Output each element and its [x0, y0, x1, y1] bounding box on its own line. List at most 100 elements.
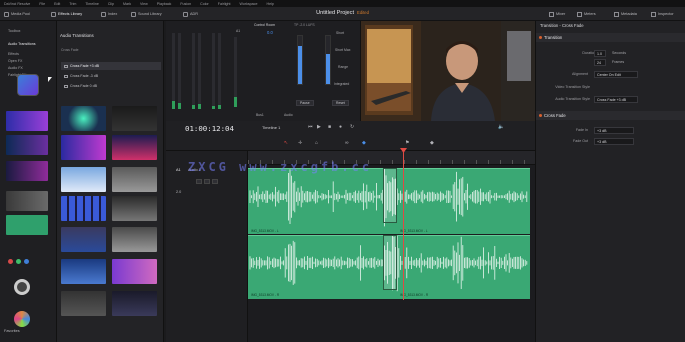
menu-fusion[interactable]: Fusion: [180, 2, 191, 6]
section-crossfade[interactable]: Cross Fade: [536, 111, 685, 120]
fx-cross-fade-minus3[interactable]: Cross Fade -3 dB: [61, 72, 161, 80]
meter-fill: [218, 105, 221, 109]
menu-trim[interactable]: Trim: [69, 2, 76, 6]
section-transition-label: Transition: [544, 35, 563, 40]
grid-thumb-1[interactable]: [61, 106, 106, 131]
ruler-tick: [392, 160, 393, 164]
range-label: Range: [338, 65, 348, 69]
meter-6: [218, 33, 221, 109]
blade-tool-icon[interactable]: ⌂: [315, 140, 318, 146]
menu-file[interactable]: File: [39, 2, 45, 6]
clip2-label: IMG_5313.MOV - R: [251, 293, 280, 297]
duration-label: Duration: [582, 51, 596, 55]
section-enable-icon[interactable]: [539, 36, 542, 39]
tree-audio-fx[interactable]: Audio FX: [8, 66, 23, 70]
transition-icon: [64, 84, 68, 88]
duration-frames-field[interactable]: 24: [594, 59, 606, 66]
menu-clip[interactable]: Clip: [108, 2, 114, 6]
trim-tool-icon[interactable]: ✛: [298, 140, 302, 146]
ruler-tick: [428, 160, 429, 164]
clip2-right-label: IMG_5313.MOV - R: [400, 293, 429, 297]
grid-thumb-2[interactable]: [112, 106, 157, 131]
grid-thumb-9[interactable]: [61, 227, 106, 252]
grid-thumb-6[interactable]: [112, 167, 157, 192]
section-enable-icon[interactable]: [539, 114, 542, 117]
record-icon[interactable]: ●: [339, 124, 342, 130]
timeline-tracks[interactable]: IMG_5313.MOV - L IMG_5313.MOV - L IMG_53…: [248, 165, 535, 342]
meter-5: [212, 33, 215, 109]
playhead[interactable]: [403, 150, 404, 300]
transition-marker-2[interactable]: [383, 235, 397, 290]
fade-in-select[interactable]: +3 dB: [594, 127, 634, 134]
menu-playback[interactable]: Playback: [157, 2, 172, 6]
audio-style-select[interactable]: Cross Fade +3 dB: [594, 96, 638, 103]
grid-thumb-11[interactable]: [61, 259, 106, 284]
solo-button[interactable]: [204, 179, 210, 184]
menu-edit[interactable]: Edit: [54, 2, 60, 6]
thumb-2[interactable]: [6, 135, 48, 155]
grid-thumb-3[interactable]: [61, 135, 106, 160]
record-arm-button[interactable]: [196, 179, 202, 184]
loop-icon[interactable]: ↻: [350, 124, 354, 130]
play-icon[interactable]: ▶: [317, 124, 321, 130]
marker-icon[interactable]: ◆: [430, 140, 434, 146]
link-icon[interactable]: ∞: [345, 140, 349, 146]
tree-audio-transitions[interactable]: Audio Transitions: [8, 42, 36, 46]
fade-out-select[interactable]: +3 dB: [594, 138, 634, 145]
video-viewer[interactable]: [361, 21, 535, 121]
select-tool-icon[interactable]: ↖: [284, 140, 288, 146]
grid-thumb-10[interactable]: [112, 227, 157, 252]
flag-icon[interactable]: ⚑: [405, 140, 409, 146]
project-title: Untitled Project Edited: [0, 10, 685, 16]
section-transition[interactable]: Transition: [536, 33, 685, 42]
control-room-label: Control Room: [254, 23, 275, 27]
menu-app[interactable]: DaVinci Resolve: [4, 2, 30, 6]
grid-thumb-5[interactable]: [61, 167, 106, 192]
video-style-label: Video Transition Style: [555, 85, 590, 89]
thumb-3[interactable]: [6, 161, 48, 181]
menu-help[interactable]: Help: [266, 2, 273, 6]
timeline-name[interactable]: Timeline 1: [262, 125, 280, 130]
menu-workspace[interactable]: Workspace: [240, 2, 258, 6]
menu-fairlight[interactable]: Fairlight: [218, 2, 231, 6]
grid-thumb-14[interactable]: [112, 291, 157, 316]
mute-button[interactable]: [212, 179, 218, 184]
thumb-1[interactable]: [6, 111, 48, 131]
menu-color[interactable]: Color: [200, 2, 209, 6]
loudness-fill: [326, 54, 330, 84]
menu-mark[interactable]: Mark: [123, 2, 131, 6]
fx-cross-fade-plus3[interactable]: Cross Fade +3 dB: [61, 62, 161, 70]
tree-toolbox[interactable]: Toolbox: [8, 29, 20, 33]
pause-button[interactable]: Pause: [296, 100, 314, 106]
volume-icon[interactable]: 🔈: [498, 124, 504, 130]
thumb-5[interactable]: [6, 215, 48, 235]
fx-cross-fade-0[interactable]: Cross Fade 0 dB: [61, 82, 161, 90]
stop-icon[interactable]: ■: [328, 124, 331, 130]
inspector-panel: Transition - Cross Fade Transition Durat…: [535, 21, 685, 342]
meter-4: [198, 33, 201, 109]
dot-blue-icon: [24, 259, 29, 264]
grid-thumb-12[interactable]: [112, 259, 157, 284]
duration-seconds-field[interactable]: 1.0: [594, 50, 606, 57]
alignment-select[interactable]: Center On Edit: [594, 71, 638, 78]
snap-icon[interactable]: ◆: [362, 140, 366, 146]
fade-out-label: Fade Out: [573, 139, 588, 143]
menu-timeline[interactable]: Timeline: [85, 2, 98, 6]
effects-tree-panel: Toolbox Audio Transitions Effects Open F…: [0, 21, 57, 342]
meter-fill: [212, 106, 215, 109]
favorites-label[interactable]: Favorites: [4, 329, 20, 333]
tree-effects[interactable]: Effects: [8, 52, 19, 56]
fade-in-label: Fade In: [575, 128, 588, 132]
skip-back-icon[interactable]: ⏮: [308, 124, 313, 130]
grid-thumb-8[interactable]: [112, 196, 157, 221]
grid-thumb-13[interactable]: [61, 291, 106, 316]
reset-button[interactable]: Reset: [332, 100, 349, 106]
menu-view[interactable]: View: [140, 2, 148, 6]
grid-thumb-4[interactable]: [112, 135, 157, 160]
track-volume[interactable]: 2.0: [176, 190, 181, 194]
tree-open-fx[interactable]: Open FX: [8, 59, 22, 63]
grid-thumb-7[interactable]: [61, 196, 106, 221]
dot-red-icon: [8, 259, 13, 264]
transition-marker-1[interactable]: [383, 168, 397, 223]
thumb-4[interactable]: [6, 191, 48, 211]
